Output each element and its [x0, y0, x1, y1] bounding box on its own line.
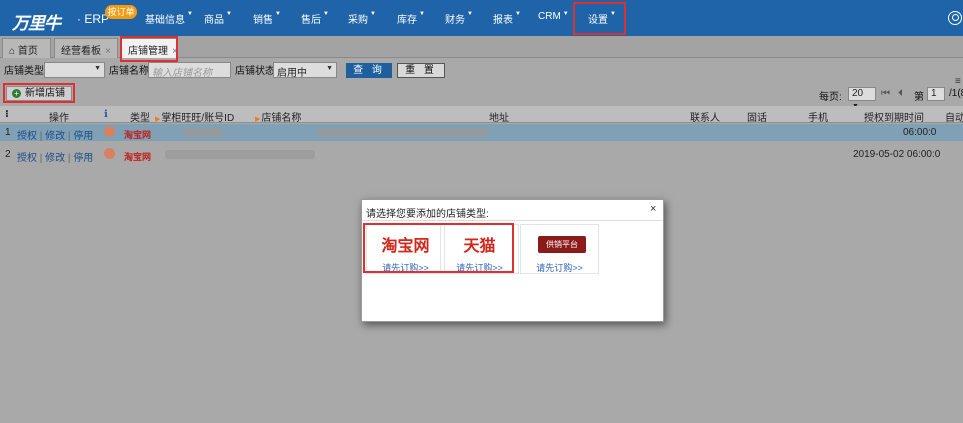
app-logo[interactable]: 万里牛: [12, 9, 61, 34]
authorize-link[interactable]: 授权: [17, 153, 37, 164]
nav-item-after-sales[interactable]: 售后▼: [301, 11, 329, 26]
top-nav: 万里牛 · ERP 按订单 基础信息▼ 商品▼ 销售▼ 售后▼ 采购▼ 库存▼ …: [0, 0, 963, 36]
per-page-select[interactable]: 20 ▼: [848, 87, 876, 110]
reset-button[interactable]: 重 置: [397, 63, 445, 78]
per-page-label: 每页:: [819, 92, 842, 103]
redacted-account: [165, 150, 315, 159]
distribution-platform-logo: 供销平台: [538, 236, 586, 253]
info-icon[interactable]: ℹ: [104, 109, 108, 120]
row-actions: 授权 | 修改 | 停用: [17, 131, 94, 142]
shop-name-label: 店铺名称:: [109, 66, 152, 77]
col-header-shop-name[interactable]: ▶店铺名称: [255, 109, 301, 124]
row-actions: 授权 | 修改 | 停用: [17, 153, 94, 164]
total-pages: /1(8: [949, 88, 963, 99]
col-header-mobile: 手机: [808, 113, 828, 124]
table-row[interactable]: 2 授权 | 修改 | 停用 淘宝网 2019-05-02 06:00:0: [0, 146, 963, 164]
row-index: 1: [5, 127, 11, 138]
highlight-settings-box: [573, 2, 626, 35]
dialog-title: 请选择您要添加的店铺类型:: [366, 209, 489, 220]
home-icon: ⌂: [9, 46, 16, 57]
nav-item-purchase[interactable]: 采购▼: [348, 11, 376, 26]
shop-status-select[interactable]: 启用中 ▼: [273, 62, 337, 79]
shop-status-label: 店铺状态:: [235, 66, 278, 77]
nav-item-reports[interactable]: 报表▼: [493, 11, 521, 26]
disable-link[interactable]: 停用: [73, 153, 93, 164]
taobao-logo: 淘宝网: [124, 130, 152, 140]
col-header-actions: 操作: [49, 113, 69, 124]
redacted-account: [183, 128, 223, 137]
option-distribution-platform[interactable]: 供销平台 请先订购>>: [520, 224, 599, 274]
menu-icon[interactable]: ≡: [955, 76, 961, 87]
page-input[interactable]: 1: [927, 87, 945, 101]
shop-name-input[interactable]: 输入店铺名称: [148, 62, 231, 79]
col-header-auth-expire: 授权到期时间: [864, 113, 924, 124]
col-header-phone: 固话: [747, 113, 767, 124]
user-icon[interactable]: [948, 11, 962, 25]
col-header-type: 类型: [130, 113, 150, 124]
highlight-options-box: [363, 223, 514, 273]
tab-business-dashboard[interactable]: 经营看板 ×: [54, 38, 118, 58]
sort-icon: ▶: [255, 116, 261, 123]
auth-expire-time: 06:00:0: [903, 127, 937, 138]
nav-item-sales[interactable]: 销售▼: [253, 11, 281, 26]
shop-type-label: 店铺类型:: [4, 66, 47, 77]
app-product-name: · ERP: [77, 12, 110, 26]
divider: [362, 220, 663, 221]
close-icon[interactable]: ×: [650, 203, 656, 215]
row-menu-icon[interactable]: ⁝: [5, 109, 9, 120]
row-index: 2: [5, 149, 11, 160]
highlight-tab-box: [120, 36, 178, 62]
nav-item-inventory[interactable]: 库存▼: [397, 11, 425, 26]
auth-expire-time: 2019-05-02 06:00:0: [853, 149, 941, 160]
chevron-down-icon: ▼: [326, 65, 333, 72]
disable-link[interactable]: 停用: [73, 131, 93, 142]
first-page-icon[interactable]: ⏮: [881, 88, 890, 99]
nav-item-goods[interactable]: 商品▼: [204, 11, 232, 26]
edit-link[interactable]: 修改: [45, 153, 65, 164]
col-header-auto: 自动: [945, 113, 963, 124]
nav-item-finance[interactable]: 财务▼: [445, 11, 473, 26]
sort-icon: ▶: [155, 116, 161, 123]
col-header-account[interactable]: ▶掌柜旺旺/账号ID: [155, 109, 234, 124]
edit-link[interactable]: 修改: [45, 131, 65, 142]
prev-page-icon[interactable]: ⏴: [898, 88, 903, 99]
shop-avatar-icon: [104, 126, 115, 137]
redacted-address: [318, 128, 488, 137]
shop-type-select[interactable]: ▼: [44, 62, 105, 78]
query-button[interactable]: 查 询: [346, 63, 392, 78]
col-header-contact: 联系人: [690, 113, 720, 124]
chevron-down-icon: ▼: [94, 65, 101, 72]
order-first-link[interactable]: 请先订购>>: [521, 261, 598, 274]
taobao-logo: 淘宝网: [124, 152, 152, 162]
authorize-link[interactable]: 授权: [17, 131, 37, 142]
page-label: 第: [914, 92, 924, 103]
close-icon[interactable]: ×: [105, 46, 111, 57]
nav-item-crm[interactable]: CRM ▼: [538, 11, 569, 22]
table-header: ⁝ 操作 ℹ 类型 ▶掌柜旺旺/账号ID ▶店铺名称 地址 联系人 固话 手机 …: [0, 106, 963, 124]
shop-avatar-icon: [104, 148, 115, 159]
nav-item-basic-info[interactable]: 基础信息▼: [145, 11, 193, 26]
col-header-address: 地址: [489, 113, 509, 124]
tab-home[interactable]: ⌂ 首页: [2, 38, 51, 58]
highlight-add-box: [3, 83, 75, 103]
table-row[interactable]: 1 授权 | 修改 | 停用 淘宝网 06:00:0: [0, 124, 963, 142]
plan-badge: 按订单: [105, 5, 137, 19]
